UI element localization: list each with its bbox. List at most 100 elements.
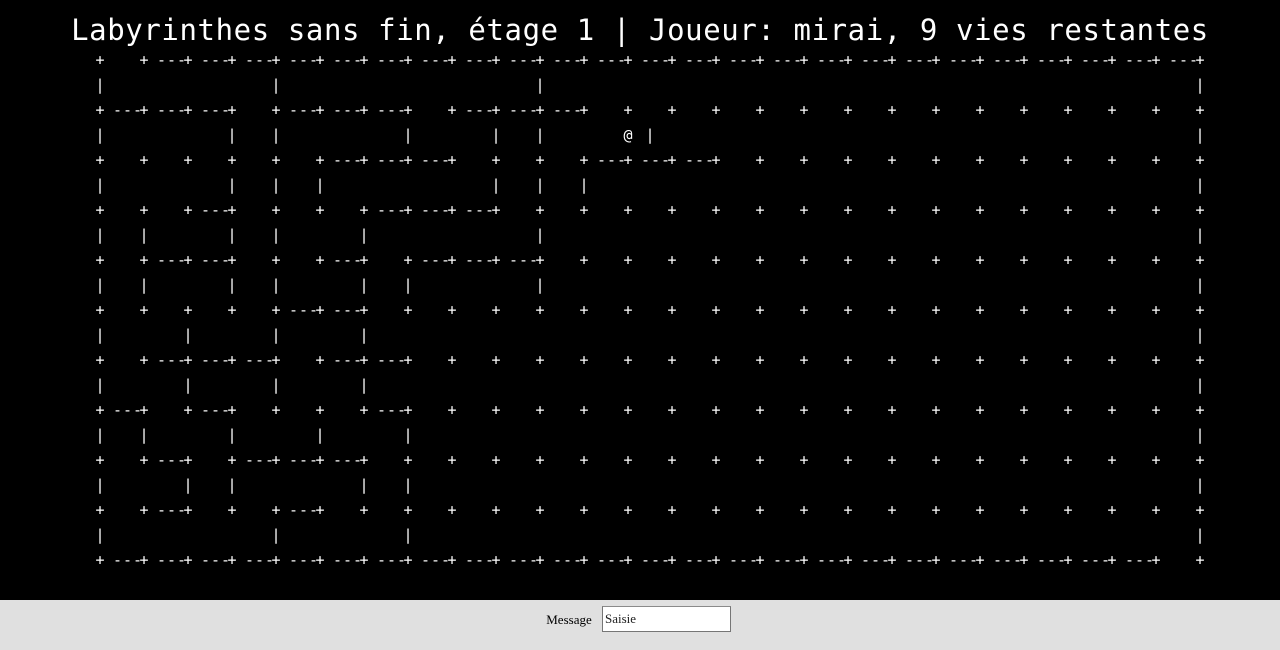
maze-corner: + (95, 301, 105, 319)
maze-corner: + (623, 151, 633, 169)
maze-corner: + (711, 251, 721, 269)
maze-corner: + (931, 51, 941, 69)
maze-corner: + (799, 251, 809, 269)
maze-wall-vertical: | (359, 226, 369, 244)
maze-corner: + (799, 101, 809, 119)
maze-corner: + (799, 551, 809, 569)
maze-corner: + (359, 201, 369, 219)
maze-corner: + (931, 201, 941, 219)
maze-corner: + (227, 201, 237, 219)
maze-wall-vertical: | (1195, 326, 1205, 344)
maze-corner: + (227, 351, 237, 369)
maze-corner: + (1151, 151, 1161, 169)
maze-corner: + (755, 401, 765, 419)
maze-corner: + (1107, 351, 1117, 369)
maze-corner: + (975, 251, 985, 269)
maze-corner: + (843, 301, 853, 319)
maze-corner: + (95, 551, 105, 569)
maze-corner: + (1019, 551, 1029, 569)
maze-corner: + (535, 501, 545, 519)
maze-wall-vertical: | (1195, 126, 1205, 144)
maze-corner: + (403, 251, 413, 269)
maze-corner: + (1195, 351, 1205, 369)
maze-corner: + (931, 401, 941, 419)
maze-corner: + (95, 251, 105, 269)
maze-corner: + (1063, 351, 1073, 369)
maze-wall-vertical: | (95, 126, 105, 144)
maze-corner: + (799, 301, 809, 319)
maze-corner: + (887, 551, 897, 569)
maze-corner: + (887, 351, 897, 369)
message-input[interactable] (602, 606, 731, 632)
maze-corner: + (975, 51, 985, 69)
maze-wall-vertical: | (95, 476, 105, 494)
maze-corner: + (535, 451, 545, 469)
maze-corner: + (315, 201, 325, 219)
maze-corner: + (447, 551, 457, 569)
maze-corner: + (447, 51, 457, 69)
maze-corner: + (447, 101, 457, 119)
maze-corner: + (667, 551, 677, 569)
maze-corner: + (1151, 351, 1161, 369)
maze-corner: + (1019, 401, 1029, 419)
maze-corner: + (315, 301, 325, 319)
maze-corner: + (887, 151, 897, 169)
maze-corner: + (271, 301, 281, 319)
maze-corner: + (755, 101, 765, 119)
maze-corner: + (359, 251, 369, 269)
maze-corner: + (711, 51, 721, 69)
maze-corner: + (535, 151, 545, 169)
maze-corner: + (711, 201, 721, 219)
maze-corner: + (359, 551, 369, 569)
maze-corner: + (711, 551, 721, 569)
maze-corner: + (755, 501, 765, 519)
maze-corner: + (403, 451, 413, 469)
maze-corner: + (95, 401, 105, 419)
maze-corner: + (1151, 101, 1161, 119)
maze-corner: + (975, 451, 985, 469)
maze-wall-vertical: | (183, 476, 193, 494)
maze-corner: + (711, 151, 721, 169)
maze-corner: + (887, 401, 897, 419)
maze-corner: + (755, 301, 765, 319)
maze-corner: + (1151, 301, 1161, 319)
maze-corner: + (1019, 251, 1029, 269)
maze-corner: + (1107, 451, 1117, 469)
maze-wall-vertical: | (1195, 176, 1205, 194)
maze-wall-vertical: | (535, 176, 545, 194)
maze-corner: + (711, 101, 721, 119)
maze-corner: + (139, 151, 149, 169)
maze-corner: + (799, 451, 809, 469)
maze-corner: + (183, 451, 193, 469)
maze-corner: + (579, 251, 589, 269)
maze-corner: + (535, 301, 545, 319)
maze-wall-vertical: | (1195, 76, 1205, 94)
maze-corner: + (667, 401, 677, 419)
maze-corner: + (403, 551, 413, 569)
maze-corner: + (447, 401, 457, 419)
maze-corner: + (579, 201, 589, 219)
maze-corner: + (491, 51, 501, 69)
maze-wall-vertical: | (139, 226, 149, 244)
message-bar: Message (0, 600, 1280, 650)
maze-corner: + (359, 151, 369, 169)
maze-corner: + (975, 501, 985, 519)
maze-corner: + (491, 451, 501, 469)
maze-corner: + (887, 451, 897, 469)
maze-corner: + (799, 401, 809, 419)
maze-corner: + (1019, 451, 1029, 469)
maze-corner: + (975, 551, 985, 569)
maze-corner: + (271, 451, 281, 469)
maze-corner: + (403, 501, 413, 519)
maze-corner: + (447, 251, 457, 269)
maze-corner: + (579, 451, 589, 469)
maze-corner: + (1063, 451, 1073, 469)
maze-corner: + (887, 51, 897, 69)
maze-wall-vertical: | (403, 426, 413, 444)
maze-corner: + (491, 251, 501, 269)
maze-wall-vertical: | (403, 276, 413, 294)
maze-corner: + (1063, 401, 1073, 419)
maze-corner: + (931, 501, 941, 519)
maze-corner: + (271, 251, 281, 269)
maze-corner: + (139, 251, 149, 269)
